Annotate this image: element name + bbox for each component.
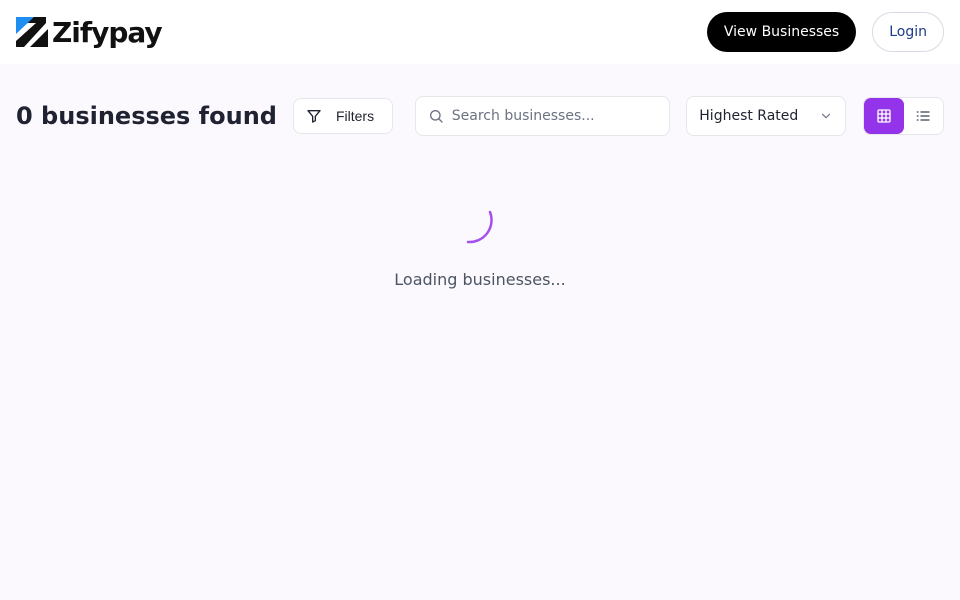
filters-button[interactable]: Filters [292,98,393,134]
loading-state: Loading businesses... [0,200,960,289]
brand-logo[interactable]: Zifypay [16,15,163,49]
filters-label: Filters [335,108,375,124]
result-count-heading: 0 businesses found [16,102,277,130]
loading-text: Loading businesses... [394,270,566,289]
header-actions: View Businesses Login [706,12,944,52]
listing-toolbar: 0 businesses found Filters Highest Rated [16,96,944,136]
login-button[interactable]: Login [872,12,944,52]
grid-view-button[interactable] [864,98,904,134]
search-input[interactable] [451,108,652,124]
grid-icon [877,109,891,123]
sort-select[interactable]: Highest Rated [686,96,846,136]
list-view-button[interactable] [904,98,944,134]
search-icon [429,110,443,123]
top-header: Zifypay View Businesses Login [0,0,960,64]
filter-icon [307,110,321,123]
chevron-down-icon [821,113,831,119]
view-businesses-button[interactable]: View Businesses [706,12,857,52]
view-mode-toggle [863,97,944,135]
sort-selected-value: Highest Rated [699,108,799,124]
brand-name: Zifypay [52,15,163,49]
spinner-icon [466,210,493,244]
list-icon [916,111,930,121]
search-box[interactable] [414,96,671,136]
zifypay-logo-icon [16,17,48,47]
